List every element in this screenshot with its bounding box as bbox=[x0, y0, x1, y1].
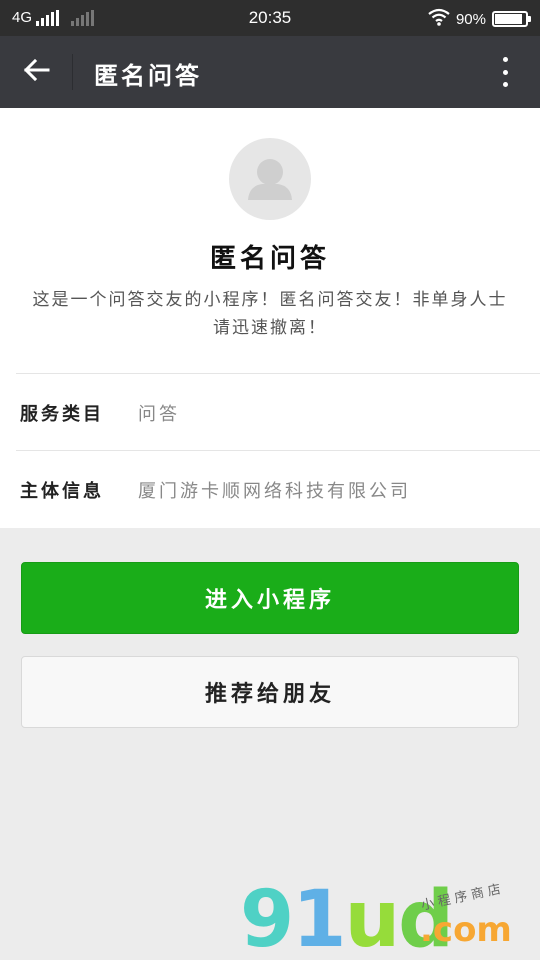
profile-card: 匿名问答 这是一个问答交友的小程序！匿名问答交友！非单身人士请迅速撤离！ 服务类… bbox=[0, 108, 540, 528]
title-bar: 匿名问答 bbox=[0, 36, 540, 108]
info-row-label: 服务类目 bbox=[20, 404, 104, 425]
status-right: 90% bbox=[428, 8, 531, 30]
app-description: 这是一个问答交友的小程序！匿名问答交友！非单身人士请迅速撤离！ bbox=[32, 290, 508, 338]
info-row-entity[interactable]: 主体信息 厦门游卡顺网络科技有限公司 bbox=[16, 450, 540, 527]
title-divider bbox=[72, 54, 73, 90]
battery-icon bbox=[492, 11, 531, 27]
arrow-left-icon bbox=[22, 58, 50, 86]
app-name: 匿名问答 bbox=[209, 244, 330, 274]
status-bar: 4G 20:35 90% bbox=[0, 0, 540, 36]
info-row-category: 服务类目 问答 bbox=[16, 373, 540, 450]
enter-miniprogram-button[interactable]: 进入小程序 bbox=[21, 562, 519, 634]
info-row-label: 主体信息 bbox=[20, 481, 104, 502]
watermark-domain-text: .com bbox=[420, 910, 512, 950]
avatar bbox=[229, 138, 311, 220]
more-vertical-icon-dot bbox=[502, 82, 508, 87]
info-row-value: 问答 bbox=[138, 404, 180, 425]
page-title: 匿名问答 bbox=[94, 62, 202, 90]
more-options-button[interactable] bbox=[490, 54, 520, 90]
info-row-value: 厦门游卡顺网络科技有限公司 bbox=[138, 481, 411, 502]
back-button[interactable] bbox=[16, 54, 56, 90]
battery-percent: 90% bbox=[455, 10, 486, 28]
recommend-to-friend-button[interactable]: 推荐给朋友 bbox=[21, 656, 519, 728]
user-placeholder-icon bbox=[229, 159, 311, 220]
watermark-logo: 91ud .com 小程序商店 bbox=[240, 880, 540, 960]
battery-fill bbox=[495, 14, 522, 24]
more-vertical-icon-dot bbox=[502, 57, 508, 62]
wifi-icon bbox=[428, 8, 450, 30]
more-vertical-icon-dot bbox=[502, 69, 508, 75]
